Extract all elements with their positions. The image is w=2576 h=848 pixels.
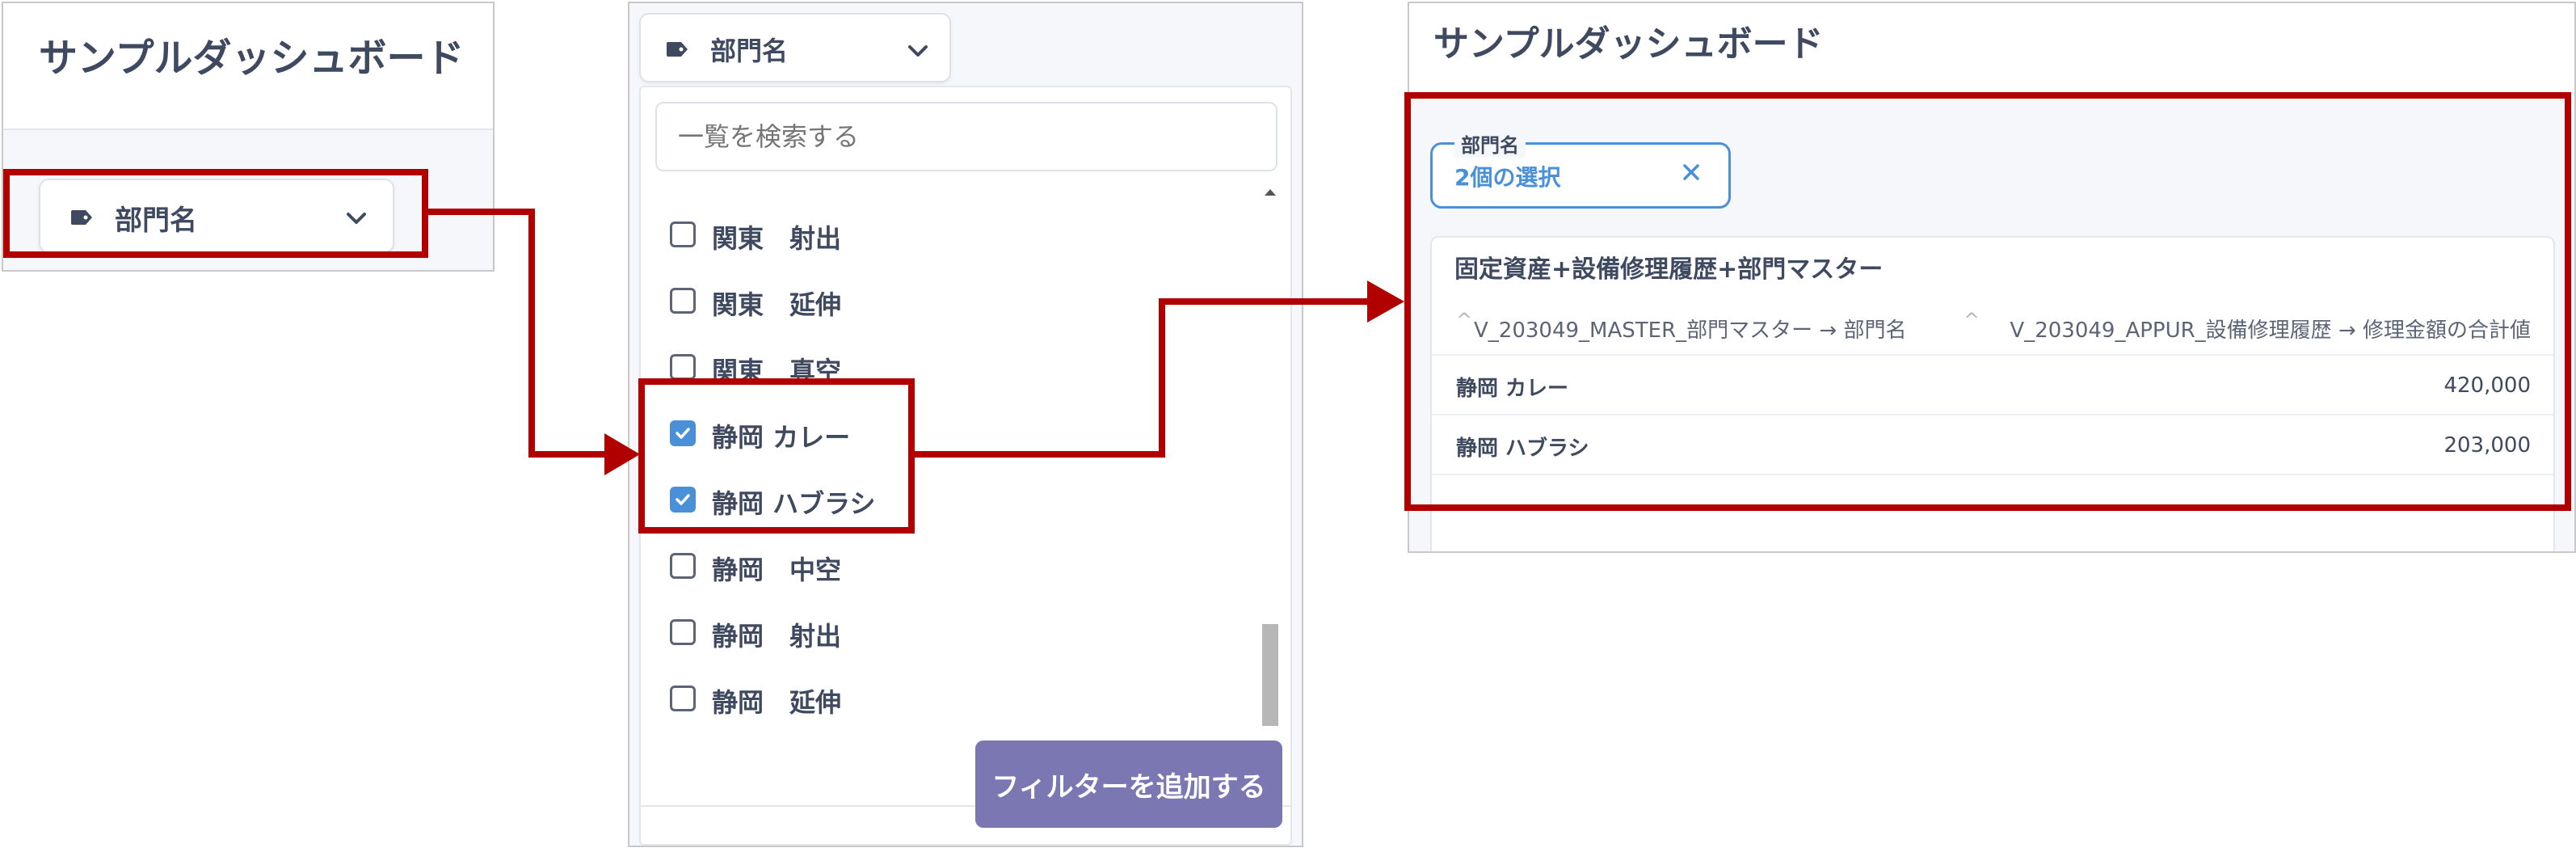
arrow-head-1 [604, 433, 640, 475]
arrow-head-2 [1367, 281, 1404, 323]
arrow-line-2 [915, 298, 1370, 458]
arrow-line-1 [428, 209, 608, 458]
flow-arrows [428, 209, 1404, 475]
